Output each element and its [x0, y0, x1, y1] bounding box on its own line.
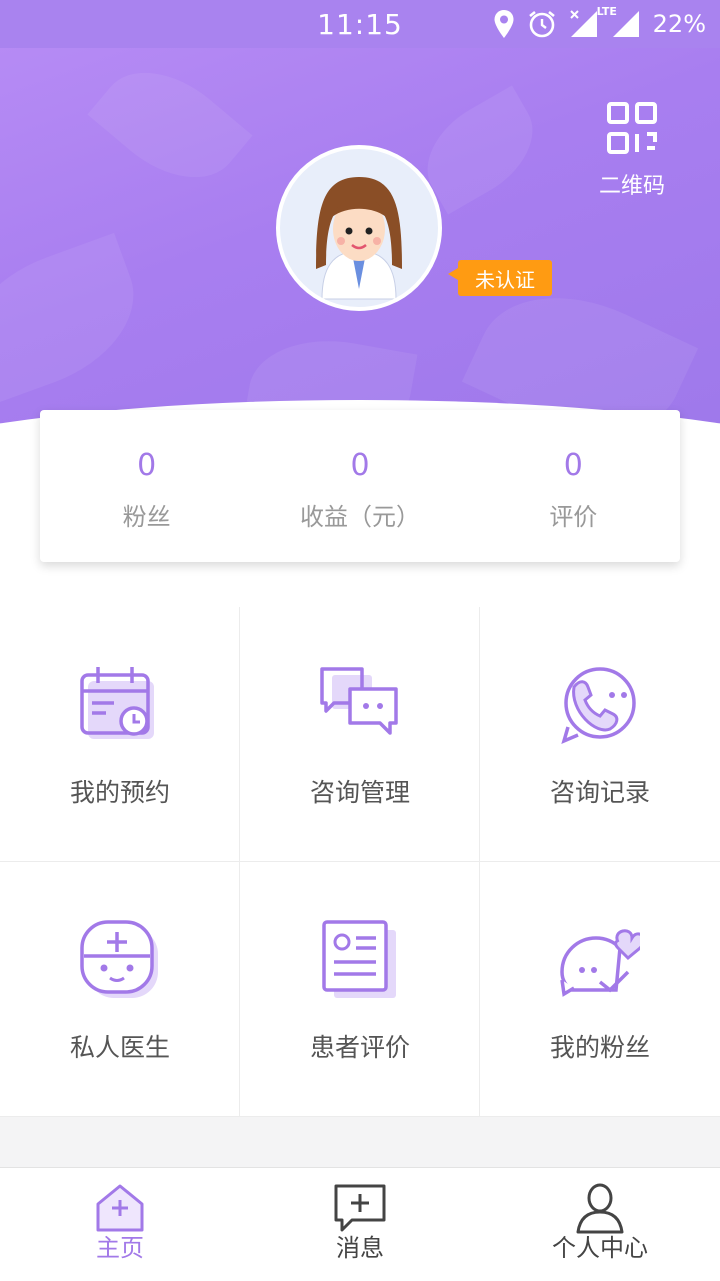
tab-label: 消息 — [336, 1234, 384, 1262]
message-plus-icon — [334, 1184, 386, 1232]
stat-value: 0 — [350, 448, 370, 483]
chat-bubbles-icon — [320, 667, 398, 735]
stats-card: 0 粉丝 0 收益（元） 0 评价 — [40, 410, 680, 562]
tab-messages[interactable]: 消息 — [240, 1168, 480, 1281]
alarm-icon — [528, 10, 555, 38]
tab-profile[interactable]: 个人中心 — [480, 1168, 720, 1281]
section-divider — [0, 1117, 720, 1167]
stat-label: 收益（元） — [299, 503, 420, 531]
doctor-face-icon — [80, 920, 158, 998]
stat-earnings[interactable]: 0 收益（元） — [253, 410, 466, 562]
qr-code-button[interactable]: 二维码 — [592, 102, 672, 200]
menu-item-label: 我的粉丝 — [549, 1033, 650, 1062]
stat-reviews[interactable]: 0 评价 — [467, 410, 680, 562]
tab-home[interactable]: 主页 — [0, 1168, 240, 1281]
stat-label: 粉丝 — [122, 503, 171, 531]
battery-level: 22% — [652, 10, 706, 38]
menu-item-consult-management[interactable]: 咨询管理 — [240, 607, 480, 862]
menu-item-private-doctor[interactable]: 私人医生 — [0, 862, 240, 1117]
bottom-tab-bar: 主页 消息 个人中心 — [0, 1167, 720, 1281]
lte-signal-icon: LTE — [597, 5, 641, 39]
menu-item-label: 咨询管理 — [309, 778, 410, 807]
tab-label: 个人中心 — [552, 1234, 648, 1262]
stat-value: 0 — [137, 448, 157, 483]
location-icon — [494, 10, 514, 38]
stat-value: 0 — [563, 448, 583, 483]
stat-label: 评价 — [549, 503, 598, 531]
document-card-icon — [322, 920, 396, 998]
menu-item-consult-records[interactable]: 咨询记录 — [480, 607, 720, 862]
avatar[interactable] — [276, 145, 442, 311]
verification-badge: 未认证 — [448, 260, 552, 296]
tab-label: 主页 — [96, 1234, 144, 1262]
menu-item-appointments[interactable]: 我的预约 — [0, 607, 240, 862]
qr-code-label: 二维码 — [598, 174, 665, 199]
menu-item-patient-reviews[interactable]: 患者评价 — [240, 862, 480, 1117]
home-plus-icon — [96, 1184, 144, 1232]
menu-item-label: 咨询记录 — [549, 778, 650, 807]
menu-item-label: 私人医生 — [69, 1033, 170, 1062]
menu-grid: 我的预约 咨询管理 咨询记录 私人医生 患者评价 我的粉丝 — [0, 607, 720, 1117]
signal-icon — [569, 10, 597, 37]
profile-header: 11:15 LTE 22% 二维码 未认证 — [0, 0, 720, 480]
menu-item-label: 患者评价 — [309, 1033, 410, 1062]
stat-fans[interactable]: 0 粉丝 — [40, 410, 253, 562]
menu-item-my-fans[interactable]: 我的粉丝 — [480, 862, 720, 1117]
phone-bubble-icon — [561, 667, 636, 745]
status-bar: 11:15 LTE 22% — [0, 0, 720, 48]
doctor-avatar-icon — [316, 177, 402, 300]
person-icon — [576, 1183, 624, 1234]
heart-bubble-icon — [560, 929, 640, 997]
qr-code-icon — [607, 102, 657, 154]
calendar-clock-icon — [80, 667, 154, 739]
menu-item-label: 我的预约 — [69, 778, 170, 807]
